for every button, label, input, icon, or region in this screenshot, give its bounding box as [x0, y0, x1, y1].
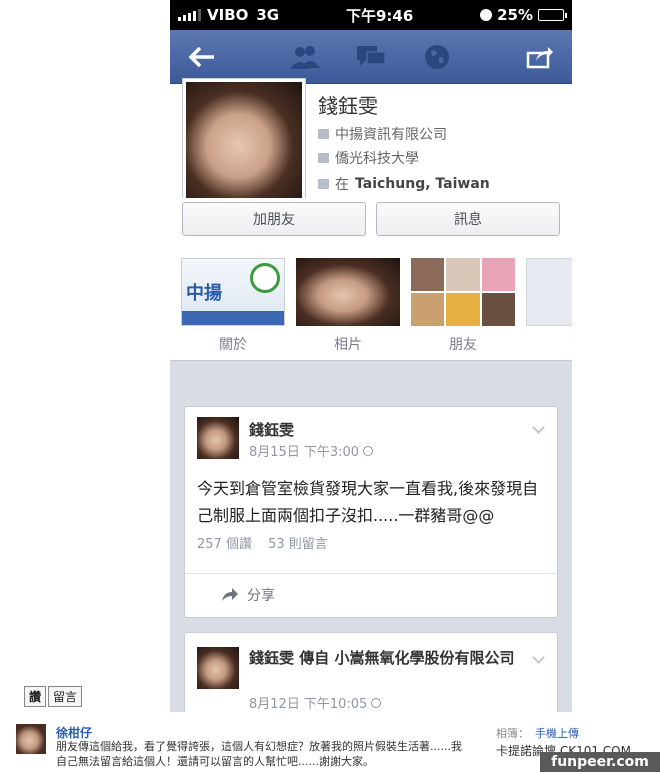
- likes-count[interactable]: 257 個讚: [197, 537, 252, 552]
- share-icon[interactable]: [522, 42, 558, 72]
- comments-count[interactable]: 53 則留言: [268, 537, 328, 552]
- back-arrow-icon[interactable]: [184, 42, 220, 72]
- more-tile-label[interactable]: 音: [526, 334, 572, 354]
- work-text: 中揚資訊有限公司: [335, 127, 447, 143]
- carrier-name: VIBO: [207, 6, 249, 24]
- network-type: 3G: [256, 6, 280, 24]
- like-tag[interactable]: 讚: [24, 686, 47, 707]
- location-prefix: 在: [335, 177, 349, 193]
- house-icon: [318, 179, 329, 189]
- commenter-avatar[interactable]: [16, 724, 46, 754]
- rotation-lock-icon: [480, 9, 493, 21]
- post-avatar[interactable]: [197, 417, 239, 459]
- battery-icon: [538, 9, 567, 21]
- friends-tile-label[interactable]: 朋友: [411, 334, 515, 354]
- chevron-down-icon[interactable]: [532, 651, 545, 664]
- profile-name: 錢鈺雯: [318, 94, 378, 118]
- photos-tile-label[interactable]: 相片: [296, 334, 400, 354]
- profile-header: 錢鈺雯 中揚資訊有限公司 僑光科技大學 在 Taichung, Taiwan: [170, 78, 572, 202]
- friends-tile[interactable]: [411, 258, 515, 326]
- post-author[interactable]: 錢鈺雯: [249, 419, 294, 440]
- share-label: 分享: [247, 588, 275, 604]
- share-button[interactable]: 分享: [221, 585, 275, 605]
- location-info: 在 Taichung, Taiwan: [318, 174, 490, 194]
- post-avatar[interactable]: [197, 647, 239, 689]
- post-text: 今天到倉管室檢貨發現大家一直看我,後來發現自己制服上面兩個扣子沒扣.....一群…: [197, 479, 539, 525]
- album-info: 相簿： 手機上傳: [496, 725, 579, 741]
- about-tile-label[interactable]: 關於: [181, 334, 285, 354]
- profile-actions: 加朋友 訊息: [170, 198, 572, 256]
- school-text: 僑光科技大學: [335, 151, 419, 167]
- post-card: 錢鈺雯 8月15日 下午3:00 今天到倉管室檢貨發現大家一直看我,後來發現自己…: [184, 406, 558, 618]
- profile-tiles: 中揚 關於 相片 朋友 音: [170, 256, 572, 361]
- profile-picture[interactable]: [182, 78, 306, 202]
- signal-strength-icon: [178, 9, 201, 21]
- post-time: 下午10:05: [303, 697, 368, 712]
- graduation-cap-icon: [318, 153, 329, 163]
- company-seal-icon: [250, 263, 280, 293]
- work-info: 中揚資訊有限公司: [318, 124, 447, 144]
- more-tile[interactable]: [526, 258, 572, 326]
- company-logo: 中揚: [186, 283, 222, 304]
- photos-tile[interactable]: [296, 258, 400, 326]
- message-button[interactable]: 訊息: [376, 202, 560, 236]
- post-author[interactable]: 錢鈺雯 傳自 小嵩無氧化學股份有限公司: [249, 647, 519, 670]
- phone-screenshot: VIBO 3G 下午9:46 25% 錢鈺雯 中揚資訊有限公司 僑光科技大學 在…: [170, 0, 572, 712]
- post-date: 8月12日: [249, 697, 300, 712]
- funpeer-watermark: funpeer.com: [540, 752, 660, 772]
- clock: 下午9:46: [345, 6, 414, 25]
- album-link[interactable]: 手機上傳: [535, 727, 579, 740]
- school-info: 僑光科技大學: [318, 148, 419, 168]
- post-timestamp: 8月12日 下午10:05: [249, 693, 382, 712]
- comment-tag[interactable]: 留言: [48, 686, 83, 707]
- about-tile[interactable]: 中揚: [181, 258, 285, 326]
- status-bar: VIBO 3G 下午9:46 25%: [170, 0, 572, 30]
- forum-tags: 讚 留言: [24, 686, 83, 707]
- location-text: Taichung, Taiwan: [355, 176, 490, 192]
- post-date: 8月15日: [249, 445, 300, 460]
- post-time: 下午3:00: [303, 445, 360, 460]
- facebook-navbar: [170, 30, 572, 84]
- messages-icon[interactable]: [353, 42, 389, 72]
- public-globe-icon: [363, 445, 374, 456]
- album-label: 相簿：: [496, 727, 529, 740]
- globe-notifications-icon[interactable]: [419, 42, 455, 72]
- post-card: 錢鈺雯 傳自 小嵩無氧化學股份有限公司 8月12日 下午10:05: [184, 632, 558, 712]
- post-stats: 257 個讚 53 則留言: [197, 533, 328, 552]
- chevron-down-icon[interactable]: [532, 421, 545, 434]
- share-arrow-icon: [222, 588, 238, 601]
- friend-requests-icon[interactable]: [287, 42, 323, 72]
- comment-text: 朋友傳這個給我，看了覺得誇張，這個人有幻想症？放著我的照片假裝生活著......…: [56, 740, 462, 768]
- briefcase-icon: [318, 129, 329, 139]
- battery-percent: 25%: [497, 6, 533, 24]
- public-globe-icon: [371, 697, 382, 708]
- post-timestamp: 8月15日 下午3:00: [249, 441, 374, 460]
- add-friend-button[interactable]: 加朋友: [182, 202, 366, 236]
